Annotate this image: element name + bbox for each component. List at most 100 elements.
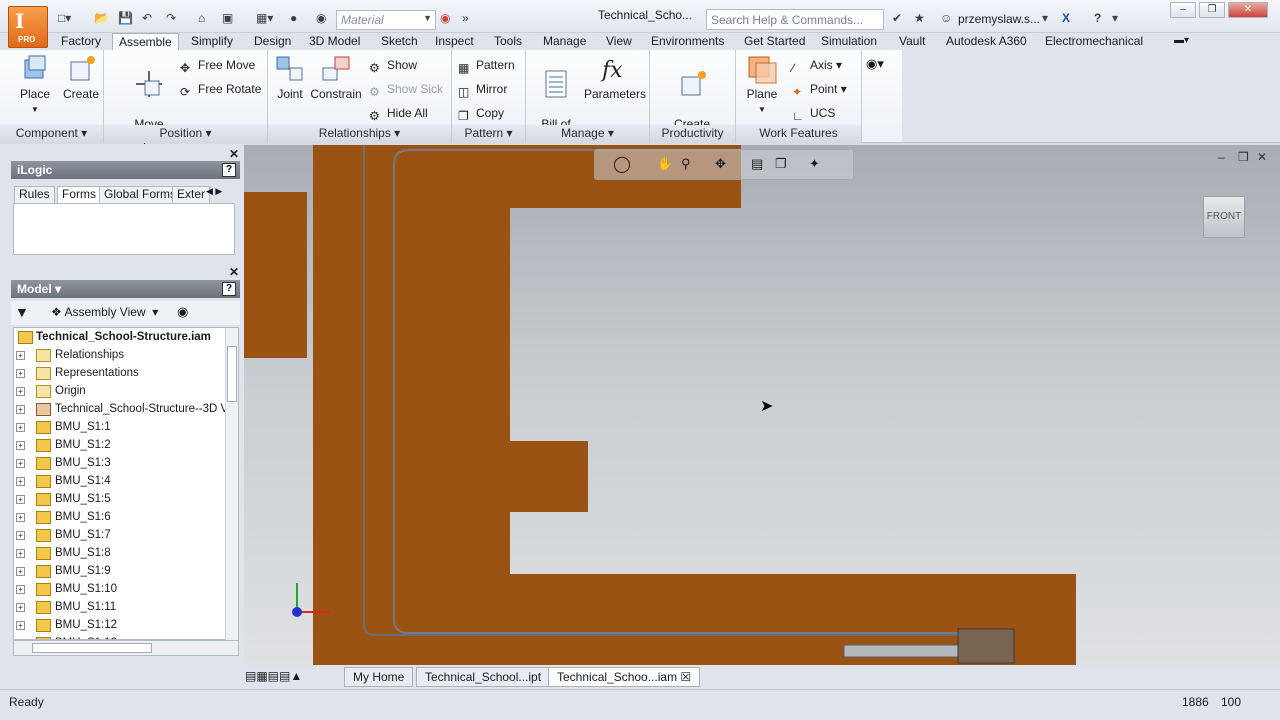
- create-button[interactable]: Create: [58, 54, 104, 102]
- point-button[interactable]: ✦ Point ▾: [792, 80, 847, 99]
- find-icon[interactable]: ◉: [177, 304, 188, 320]
- tab-part-document[interactable]: Technical_School...ipt: [416, 667, 551, 687]
- tile-windows-icons[interactable]: ▤▦▤▤▲: [245, 669, 302, 683]
- select-icon[interactable]: ▦▾: [256, 10, 273, 26]
- expand-icon[interactable]: +: [16, 459, 25, 468]
- tree-item[interactable]: + BMU_S1:2: [14, 436, 228, 454]
- tab-vault[interactable]: Vault: [893, 33, 931, 50]
- filter-icon[interactable]: ▼: [15, 304, 29, 320]
- redo-icon[interactable]: ↷: [166, 10, 176, 26]
- expand-icon[interactable]: +: [16, 531, 25, 540]
- tab-design[interactable]: Design: [248, 33, 297, 50]
- free-move-button[interactable]: ✥ Free Move: [180, 56, 255, 75]
- maximize-button[interactable]: ❐: [1199, 2, 1225, 18]
- tree-item[interactable]: + Representations: [14, 364, 228, 382]
- minimize-button[interactable]: –: [1170, 2, 1196, 18]
- place-button[interactable]: Place ▼: [12, 54, 58, 117]
- tab-sketch[interactable]: Sketch: [375, 33, 424, 50]
- tab-forms[interactable]: Forms: [57, 186, 101, 203]
- close-model-icon[interactable]: ✕: [229, 265, 239, 279]
- tree-item[interactable]: + BMU_S1:8: [14, 544, 228, 562]
- viewport-minimize-icon[interactable]: –: [1218, 150, 1225, 164]
- communication-icon[interactable]: ✔: [892, 10, 902, 26]
- tab-global-forms[interactable]: Global Forms: [99, 186, 182, 203]
- look-at-icon[interactable]: ▤: [751, 156, 763, 172]
- help-icon[interactable]: ?: [1094, 10, 1101, 26]
- close-button[interactable]: ✕: [1228, 2, 1268, 18]
- viewport-restore-icon[interactable]: ❐: [1238, 150, 1249, 164]
- expand-icon[interactable]: +: [16, 621, 25, 630]
- measure-icon[interactable]: ●: [290, 10, 297, 26]
- expand-icon[interactable]: +: [16, 423, 25, 432]
- show-button[interactable]: ⚙ Show: [369, 56, 417, 75]
- mirror-button[interactable]: ◫ Mirror: [458, 80, 507, 99]
- tree-item[interactable]: + BMU_S1:12: [14, 616, 228, 634]
- user-name[interactable]: przemyslaw.s...: [958, 12, 1040, 26]
- tree-item[interactable]: + BMU_S1:5: [14, 490, 228, 508]
- zoom-icon[interactable]: ⚲: [681, 156, 691, 172]
- model-header[interactable]: Model ▾ ?: [11, 280, 240, 298]
- tab-tools[interactable]: Tools: [488, 33, 528, 50]
- expand-icon[interactable]: +: [16, 567, 25, 576]
- tab-inspect[interactable]: Inspect: [429, 33, 480, 50]
- panel-label-component[interactable]: Component ▾: [0, 125, 103, 143]
- tab-view[interactable]: View: [600, 33, 638, 50]
- pan-icon[interactable]: ✋: [657, 156, 673, 172]
- view-face-icon[interactable]: ❐: [775, 156, 787, 172]
- scroll-thumb[interactable]: [32, 643, 152, 653]
- tree-item[interactable]: + BMU_S1:11: [14, 598, 228, 616]
- tab-simulation[interactable]: Simulation: [815, 33, 883, 50]
- expand-icon[interactable]: +: [16, 495, 25, 504]
- expand-icon[interactable]: +: [16, 549, 25, 558]
- expand-icon[interactable]: +: [16, 387, 25, 396]
- tab-assemble[interactable]: Assemble: [112, 33, 179, 50]
- axis-button[interactable]: ∕ Axis ▾: [792, 56, 842, 75]
- expand-icon[interactable]: +: [16, 585, 25, 594]
- tree-vertical-scrollbar[interactable]: [225, 328, 238, 640]
- tab-external[interactable]: Exter: [172, 186, 211, 203]
- parameters-button[interactable]: fx Parameters: [584, 54, 646, 102]
- material-dropdown[interactable]: Material ▼: [336, 10, 436, 30]
- panel-label-manage[interactable]: Manage ▾: [526, 125, 649, 143]
- tab-assembly-document[interactable]: Technical_Schoo...iam ☒: [548, 667, 701, 687]
- tab-simplify[interactable]: Simplify: [185, 33, 239, 50]
- update-icon[interactable]: ▣: [222, 10, 233, 26]
- expand-icon[interactable]: +: [16, 351, 25, 360]
- constrain-button[interactable]: Constrain: [310, 54, 362, 102]
- help-icon[interactable]: ?: [222, 163, 236, 177]
- tree-item[interactable]: + BMU_S1:4: [14, 472, 228, 490]
- application-menu-button[interactable]: I PRO: [8, 6, 48, 48]
- expand-icon[interactable]: +: [16, 369, 25, 378]
- new-icon[interactable]: □▾: [58, 10, 71, 26]
- user-icon[interactable]: ☺: [940, 10, 952, 26]
- help-icon[interactable]: ?: [222, 282, 236, 296]
- pattern-button[interactable]: ▦ Pattern: [458, 56, 515, 75]
- tree-root[interactable]: Technical_School-Structure.iam: [14, 328, 228, 346]
- steering-wheel-icon[interactable]: ◯: [613, 154, 631, 174]
- save-icon[interactable]: 💾: [118, 10, 133, 26]
- color-icon[interactable]: ◉: [440, 10, 450, 26]
- scroll-thumb[interactable]: [227, 346, 237, 402]
- tree-item[interactable]: + Origin: [14, 382, 228, 400]
- tree-horizontal-scrollbar[interactable]: [13, 640, 239, 656]
- tree-item[interactable]: + BMU_S1:1: [14, 418, 228, 436]
- tree-item[interactable]: + Relationships: [14, 346, 228, 364]
- undo-icon[interactable]: ↶: [142, 10, 152, 26]
- favorites-icon[interactable]: ★: [914, 10, 925, 26]
- tree-item[interactable]: + BMU_S1:6: [14, 508, 228, 526]
- tree-item[interactable]: + Technical_School-Structure--3D View: [14, 400, 228, 418]
- hide-all-button[interactable]: ⚙ Hide All: [369, 104, 428, 123]
- view-cube[interactable]: FRONT: [1203, 196, 1245, 238]
- ribbon-options-icon[interactable]: ▬▾: [1168, 33, 1195, 50]
- ucs-button[interactable]: ∟ UCS: [792, 104, 835, 123]
- assembly-view-dropdown[interactable]: ❖ Assembly View ▾: [51, 305, 158, 319]
- help-menu-chevron[interactable]: ▾: [1112, 10, 1118, 26]
- expand-icon[interactable]: +: [16, 603, 25, 612]
- expand-icon[interactable]: +: [16, 477, 25, 486]
- panel-label-position[interactable]: Position ▾: [104, 125, 267, 143]
- tab-my-home[interactable]: My Home: [344, 667, 414, 687]
- free-rotate-button[interactable]: ⟳ Free Rotate: [180, 80, 261, 99]
- viewport-close-icon[interactable]: ✕: [1257, 150, 1267, 164]
- tab-scroll-arrows[interactable]: ◀ ▶: [206, 186, 222, 197]
- panel-label-relationships[interactable]: Relationships ▾: [268, 125, 451, 143]
